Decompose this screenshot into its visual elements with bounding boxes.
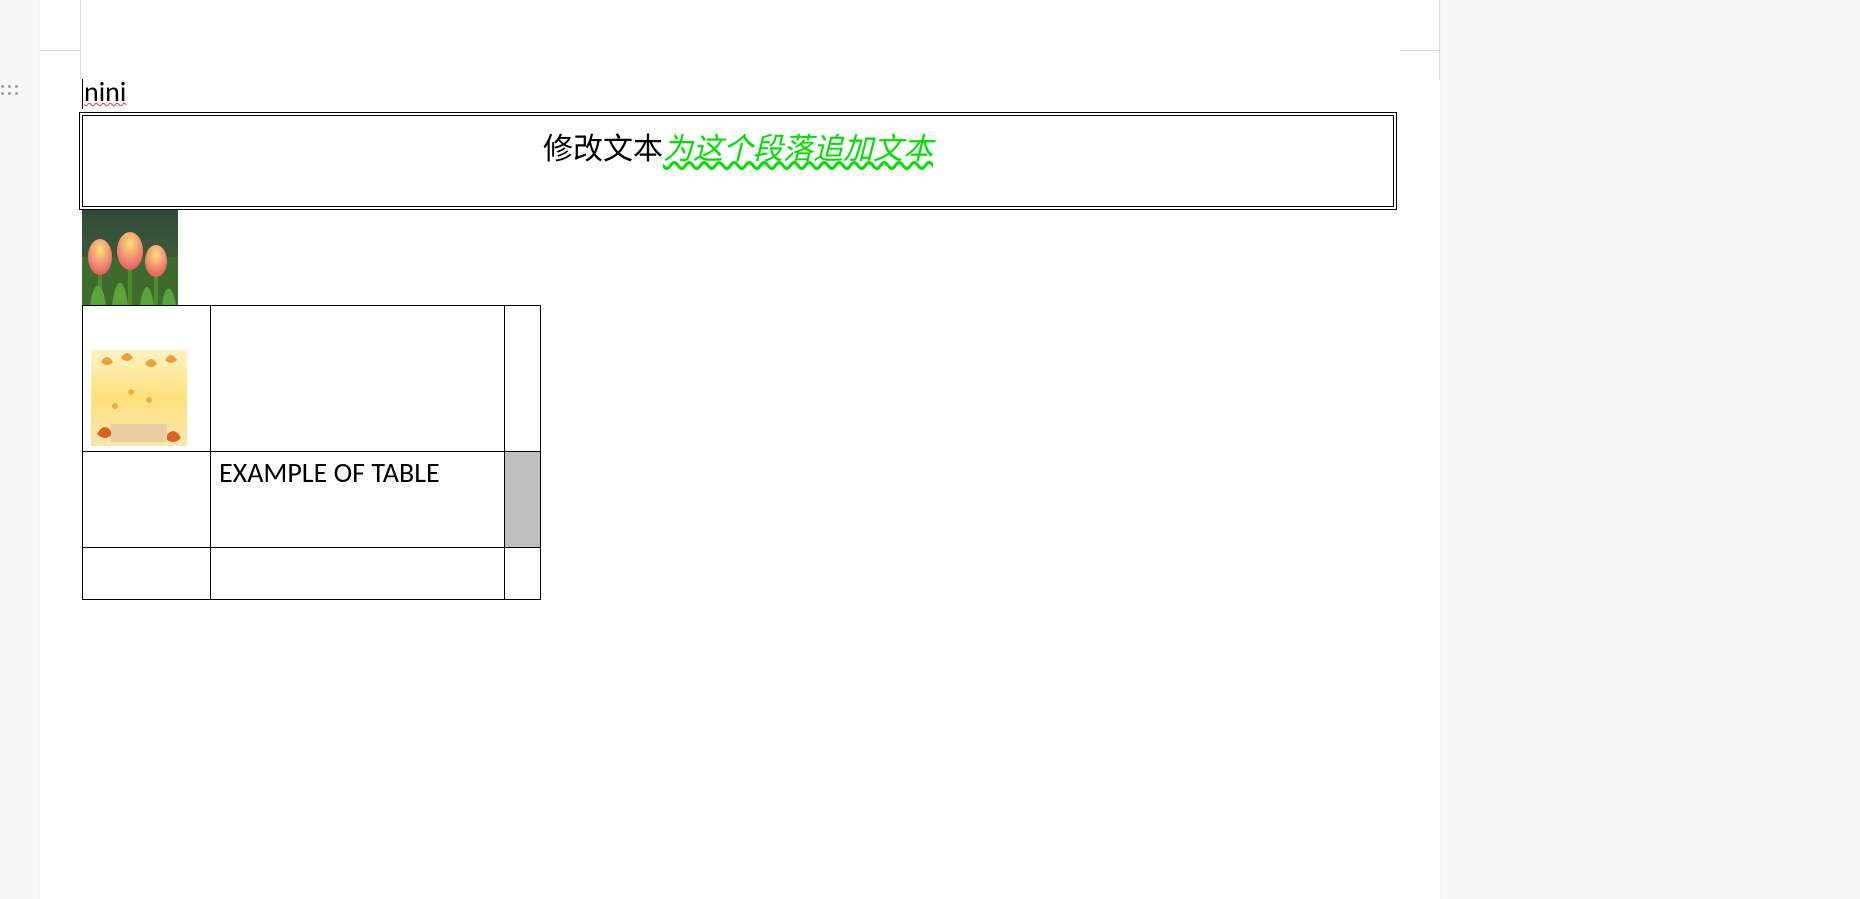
page-margin-marker	[1409, 0, 1440, 80]
image-block-tulips[interactable]	[82, 209, 1398, 305]
page-margin-marker	[40, 50, 80, 51]
textbox-plain-text[interactable]: 修改文本	[543, 131, 663, 168]
table-cell[interactable]	[83, 548, 211, 600]
reorder-handle-icon[interactable]	[0, 80, 20, 100]
table-cell[interactable]	[211, 306, 505, 452]
table-cell[interactable]	[83, 306, 211, 452]
table-cell[interactable]	[505, 306, 541, 452]
table-cell-text[interactable]: EXAMPLE OF TABLE	[219, 455, 440, 490]
table-cell[interactable]: EXAMPLE OF TABLE	[211, 452, 505, 548]
table-container[interactable]: EXAMPLE OF TABLE	[82, 305, 1398, 600]
text-cursor	[82, 79, 83, 109]
textbox-appended-text[interactable]: 为这个段落追加文本	[663, 131, 933, 168]
page-margin-marker	[1400, 50, 1440, 51]
autumn-leaves-image[interactable]	[91, 350, 187, 446]
table-cell[interactable]	[83, 452, 211, 548]
misspelled-text[interactable]: nini	[84, 74, 126, 109]
table-cell-shaded[interactable]	[505, 452, 541, 548]
table-row[interactable]	[83, 548, 541, 600]
page-margin-marker	[80, 0, 111, 80]
tulips-image[interactable]	[82, 209, 178, 305]
document-content[interactable]: nini 修改文本为这个段落追加文本	[82, 74, 1398, 600]
table-row[interactable]: EXAMPLE OF TABLE	[83, 452, 541, 548]
table-cell[interactable]	[211, 548, 505, 600]
text-box-frame[interactable]: 修改文本为这个段落追加文本	[82, 115, 1394, 207]
table-row[interactable]	[83, 306, 541, 452]
table-cell[interactable]	[505, 548, 541, 600]
paragraph-line-1[interactable]: nini	[82, 74, 1398, 109]
document-table[interactable]: EXAMPLE OF TABLE	[82, 305, 541, 600]
document-page[interactable]: nini 修改文本为这个段落追加文本	[40, 0, 1440, 899]
